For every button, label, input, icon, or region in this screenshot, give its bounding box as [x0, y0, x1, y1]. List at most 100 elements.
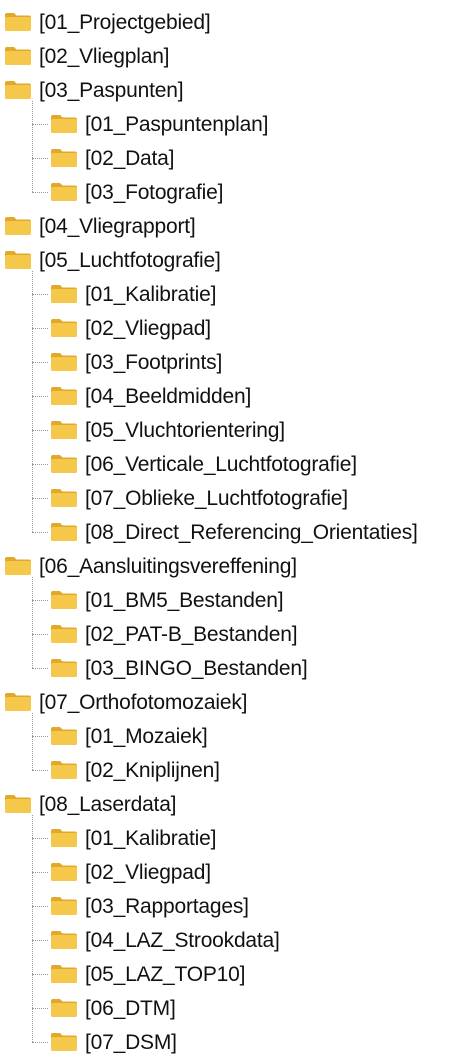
folder-icon [50, 590, 78, 610]
tree-branch-line [32, 464, 48, 465]
tree-branch-line [32, 600, 48, 601]
folder-label: [04_LAZ_Strookdata] [85, 928, 280, 952]
folder-item[interactable]: [03_Paspunten] [4, 73, 184, 107]
folder-label: [03_Rapportages] [85, 894, 249, 918]
folder-label: [07_DSM] [85, 1030, 177, 1054]
folder-icon [4, 692, 32, 712]
folder-label: [05_Luchtfotografie] [39, 248, 221, 272]
subfolder-item[interactable]: [05_Vluchtorientering] [50, 413, 285, 447]
folder-icon [50, 998, 78, 1018]
tree-branch-line [32, 1042, 48, 1043]
folder-label: [02_Vliegplan] [39, 44, 170, 68]
folder-icon [50, 964, 78, 984]
folder-icon [50, 148, 78, 168]
folder-label: [02_Vliegpad] [85, 860, 211, 884]
subfolder-item[interactable]: [02_Kniplijnen] [50, 753, 220, 787]
folder-label: [01_Kalibratie] [85, 282, 217, 306]
folder-label: [03_BINGO_Bestanden] [85, 656, 308, 680]
folder-label: [01_Projectgebied] [39, 10, 211, 34]
tree-branch-line [32, 362, 48, 363]
tree-branch-line [32, 770, 48, 771]
subfolder-item[interactable]: [06_Verticale_Luchtfotografie] [50, 447, 357, 481]
tree-branch-line [32, 906, 48, 907]
folder-icon [50, 454, 78, 474]
subfolder-item[interactable]: [03_BINGO_Bestanden] [50, 651, 308, 685]
tree-branch-line [32, 192, 48, 193]
tree-branch-line [32, 498, 48, 499]
subfolder-item[interactable]: [07_DSM] [50, 1025, 177, 1059]
folder-label: [02_Data] [85, 146, 175, 170]
folder-label: [01_BM5_Bestanden] [85, 588, 284, 612]
tree-branch-line [32, 872, 48, 873]
subfolder-item[interactable]: [07_Oblieke_Luchtfotografie] [50, 481, 348, 515]
folder-icon [50, 420, 78, 440]
folder-item[interactable]: [01_Projectgebied] [4, 5, 211, 39]
tree-branch-line [32, 634, 48, 635]
tree-branch-line [32, 838, 48, 839]
tree-branch-line [32, 294, 48, 295]
tree-branch-line [32, 396, 48, 397]
folder-icon [50, 114, 78, 134]
folder-icon [4, 794, 32, 814]
subfolder-item[interactable]: [06_DTM] [50, 991, 176, 1025]
tree-branch-line [32, 532, 48, 533]
subfolder-item[interactable]: [03_Fotografie] [50, 175, 223, 209]
folder-label: [05_Vluchtorientering] [85, 418, 285, 442]
folder-icon [50, 896, 78, 916]
folder-icon [50, 386, 78, 406]
folder-label: [05_LAZ_TOP10] [85, 962, 246, 986]
folder-label: [03_Fotografie] [85, 180, 224, 204]
folder-label: [07_Orthofotomozaiek] [39, 690, 248, 714]
subfolder-item[interactable]: [04_Beeldmidden] [50, 379, 251, 413]
folder-label: [02_PAT-B_Bestanden] [85, 622, 298, 646]
subfolder-item[interactable]: [01_Kalibratie] [50, 277, 216, 311]
folder-label: [03_Paspunten] [39, 78, 184, 102]
subfolder-item[interactable]: [03_Rapportages] [50, 889, 249, 923]
folder-item[interactable]: [07_Orthofotomozaiek] [4, 685, 247, 719]
subfolder-item[interactable]: [08_Direct_Referencing_Orientaties] [50, 515, 418, 549]
subfolder-item[interactable]: [02_Vliegpad] [50, 311, 211, 345]
folder-icon [50, 624, 78, 644]
subfolder-item[interactable]: [03_Footprints] [50, 345, 222, 379]
tree-branch-line [32, 430, 48, 431]
folder-icon [50, 862, 78, 882]
folder-item[interactable]: [08_Laserdata] [4, 787, 177, 821]
folder-icon [50, 488, 78, 508]
folder-label: [01_Mozaiek] [85, 724, 208, 748]
folder-icon [50, 318, 78, 338]
folder-item[interactable]: [02_Vliegplan] [4, 39, 170, 73]
folder-icon [4, 556, 32, 576]
folder-label: [08_Direct_Referencing_Orientaties] [85, 520, 418, 544]
folder-label: [06_Verticale_Luchtfotografie] [85, 452, 357, 476]
folder-icon [50, 352, 78, 372]
folder-label: [06_DTM] [85, 996, 176, 1020]
subfolder-item[interactable]: [02_Vliegpad] [50, 855, 211, 889]
subfolder-item[interactable]: [02_PAT-B_Bestanden] [50, 617, 298, 651]
folder-icon [50, 522, 78, 542]
tree-branch-line [32, 124, 48, 125]
folder-icon [50, 182, 78, 202]
folder-icon [50, 658, 78, 678]
folder-label: [06_Aansluitingsvereffening] [39, 554, 297, 578]
folder-icon [50, 726, 78, 746]
subfolder-item[interactable]: [02_Data] [50, 141, 174, 175]
tree-guide-line [32, 713, 33, 770]
folder-icon [50, 760, 78, 780]
subfolder-item[interactable]: [01_BM5_Bestanden] [50, 583, 284, 617]
tree-branch-line [32, 668, 48, 669]
folder-icon [4, 250, 32, 270]
subfolder-item[interactable]: [05_LAZ_TOP10] [50, 957, 245, 991]
folder-label: [03_Footprints] [85, 350, 223, 374]
folder-item[interactable]: [06_Aansluitingsvereffening] [4, 549, 297, 583]
folder-icon [4, 216, 32, 236]
subfolder-item[interactable]: [01_Mozaiek] [50, 719, 208, 753]
folder-tree: [01_Projectgebied] [02_Vliegplan] [03_Pasp… [0, 0, 466, 1064]
subfolder-item[interactable]: [04_LAZ_Strookdata] [50, 923, 280, 957]
folder-label: [02_Vliegpad] [85, 316, 211, 340]
folder-item[interactable]: [04_Vliegrapport] [4, 209, 196, 243]
subfolder-item[interactable]: [01_Paspuntenplan] [50, 107, 268, 141]
folder-item[interactable]: [05_Luchtfotografie] [4, 243, 221, 277]
folder-icon [4, 12, 32, 32]
subfolder-item[interactable]: [01_Kalibratie] [50, 821, 216, 855]
tree-branch-line [32, 328, 48, 329]
